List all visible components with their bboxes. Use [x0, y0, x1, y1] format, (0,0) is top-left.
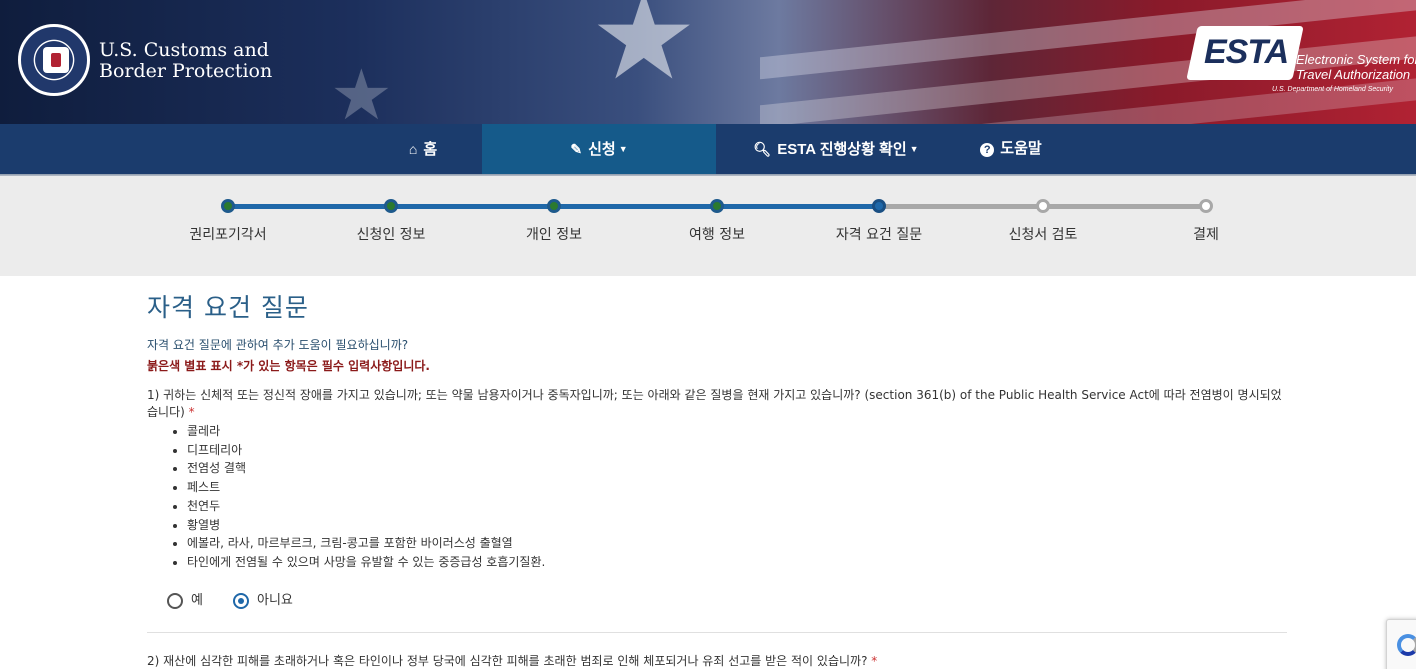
step-dot-waiver	[221, 199, 235, 213]
step-dot-payment	[1199, 199, 1213, 213]
nav-item-check-status[interactable]: 🔍︎ ESTA 진행상황 확인 ▼	[745, 124, 927, 174]
recaptcha-badge[interactable]	[1386, 619, 1416, 669]
progress-tracker: 권리포기각서 신청인 정보 개인 정보 여행 정보 자격 요건 질문 신청서 검…	[0, 176, 1416, 276]
radio-yes[interactable]	[167, 593, 183, 609]
step-dot-applicant	[384, 199, 398, 213]
dhs-seal-icon	[18, 24, 90, 96]
question-divider	[147, 632, 1287, 633]
step-label-travel: 여행 정보	[689, 227, 745, 243]
step-label-payment: 결제	[1193, 227, 1219, 243]
caret-down-icon: ▼	[909, 144, 919, 154]
esta-logo-subtitle: Electronic System for Travel Authorizati…	[1296, 52, 1416, 82]
flag-star-icon: ★	[330, 54, 393, 124]
page-title: 자격 요건 질문	[147, 293, 309, 322]
agency-name-line2: Border Protection	[99, 60, 273, 82]
question-2: 2) 재산에 심각한 피해를 초래하거나 혹은 타인이나 정부 당국에 심각한 …	[147, 652, 877, 669]
question-2-text: 2) 재산에 심각한 피해를 초래하거나 혹은 타인이나 정부 당국에 심각한 …	[147, 654, 868, 668]
question-1-text: 1) 귀하는 신체적 또는 정신적 장애를 가지고 있습니까; 또는 약물 남용…	[147, 388, 1282, 419]
header-banner: ★ ★ U.S. Customs and Border Protection E…	[0, 0, 1416, 124]
home-icon: ⌂	[408, 141, 418, 157]
nav-item-apply[interactable]: ✎ 신청 ▼	[482, 124, 716, 174]
flag-star-icon: ★	[590, 0, 698, 107]
recaptcha-icon	[1397, 634, 1416, 656]
nav-label: 홈	[423, 141, 438, 158]
step-label-applicant: 신청인 정보	[356, 227, 426, 243]
list-item: 에볼라, 라사, 마르부르크, 크림-콩고를 포함한 바이러스성 출혈열	[187, 534, 1287, 553]
list-item: 페스트	[187, 478, 1287, 497]
help-link[interactable]: 자격 요건 질문에 관하여 추가 도움이 필요하십니까?	[147, 336, 1287, 353]
nav-label: 신청	[588, 141, 616, 158]
nav-item-home[interactable]: ⌂ 홈	[393, 124, 453, 174]
required-asterisk: *	[188, 405, 195, 419]
required-note: 붉은색 별표 표시 *가 있는 항목은 필수 입력사항입니다.	[147, 359, 430, 373]
step-label-personal: 개인 정보	[526, 227, 582, 243]
main-nav: ⌂ 홈 ✎ 신청 ▼ 🔍︎ ESTA 진행상황 확인 ▼ ? 도움말	[0, 124, 1416, 174]
esta-logo-dhs: U.S. Department of Homeland Security	[1272, 86, 1393, 93]
step-label-waiver: 권리포기각서	[189, 227, 267, 243]
step-label-eligibility: 자격 요건 질문	[835, 227, 923, 243]
agency-name-line1: U.S. Customs and	[99, 39, 269, 61]
search-icon: 🔍︎	[753, 141, 772, 157]
required-asterisk: *	[871, 654, 878, 668]
question-circle-icon: ?	[980, 143, 995, 157]
disease-list: 콜레라 디프테리아 전염성 결핵 페스트 천연두 황열병 에볼라, 라사, 마르…	[147, 422, 1287, 572]
agency-name[interactable]: U.S. Customs and Border Protection	[99, 40, 272, 82]
step-dot-review	[1036, 199, 1050, 213]
step-dot-travel	[710, 199, 724, 213]
question-1: 1) 귀하는 신체적 또는 정신적 장애를 가지고 있습니까; 또는 약물 남용…	[147, 387, 1287, 421]
esta-logo-word: ESTA	[1204, 33, 1289, 71]
list-item: 천연두	[187, 497, 1287, 516]
radio-yes-label[interactable]: 예	[191, 593, 203, 609]
caret-down-icon: ▼	[618, 144, 628, 154]
radio-no-label[interactable]: 아니요	[257, 593, 293, 609]
step-dot-personal	[547, 199, 561, 213]
esta-logo[interactable]: ESTA Electronic System for Travel Author…	[1186, 26, 1416, 98]
main-content: 자격 요건 질문 자격 요건 질문에 관하여 추가 도움이 필요하십니까? 붉은…	[147, 288, 1287, 572]
nav-label: ESTA 진행상황 확인	[777, 141, 907, 158]
nav-item-help[interactable]: ? 도움말	[970, 124, 1052, 174]
radio-no[interactable]	[233, 593, 249, 609]
list-item: 황열병	[187, 516, 1287, 535]
list-item: 타인에게 전염될 수 있으며 사망을 유발할 수 있는 중증급성 호흡기질환.	[187, 553, 1287, 572]
step-dot-eligibility	[872, 199, 886, 213]
list-item: 디프테리아	[187, 441, 1287, 460]
nav-label: 도움말	[1000, 140, 1042, 157]
list-item: 콜레라	[187, 422, 1287, 441]
list-item: 전염성 결핵	[187, 459, 1287, 478]
pencil-icon: ✎	[570, 141, 583, 157]
step-label-review: 신청서 검토	[1008, 227, 1078, 243]
